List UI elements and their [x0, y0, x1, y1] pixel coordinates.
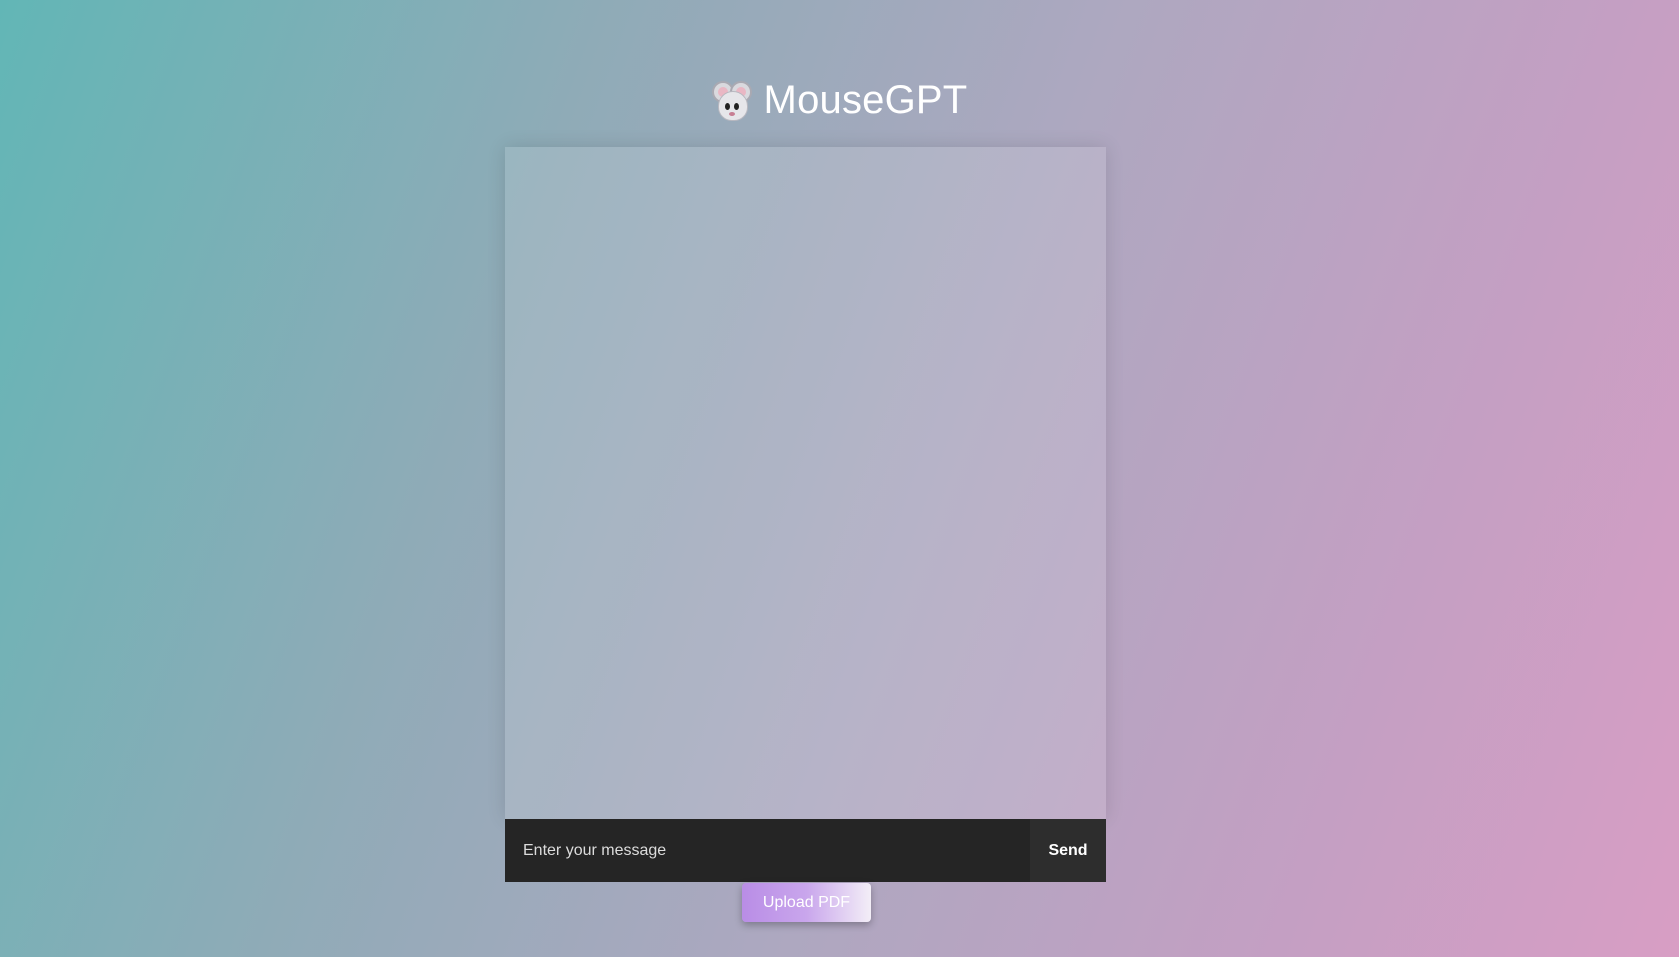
send-button[interactable]: Send — [1030, 819, 1106, 882]
upload-pdf-button[interactable]: Upload PDF — [742, 883, 871, 922]
chat-messages-area[interactable] — [505, 147, 1106, 819]
mouse-face-icon — [711, 80, 752, 121]
app-header: MouseGPT — [0, 78, 1679, 123]
page-title: MouseGPT — [763, 78, 968, 122]
message-composer: Send — [505, 819, 1106, 882]
message-input[interactable] — [505, 819, 1030, 882]
